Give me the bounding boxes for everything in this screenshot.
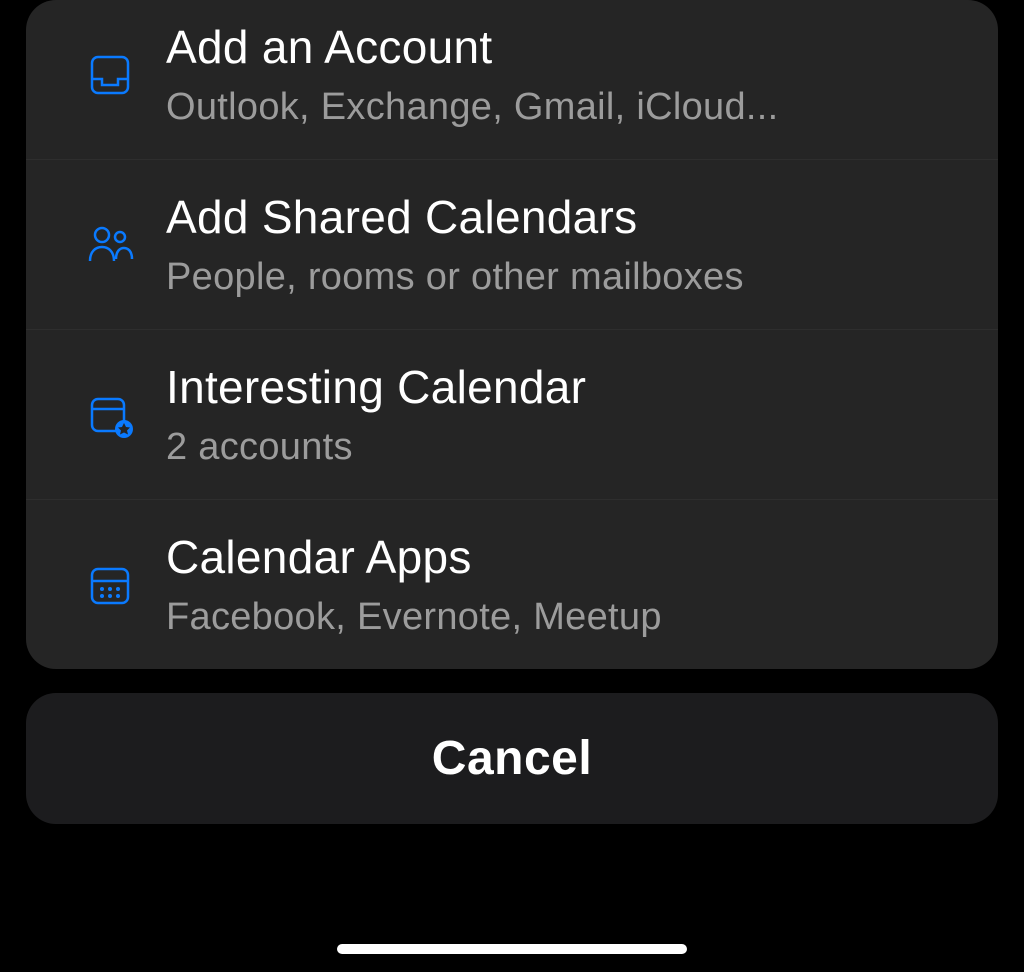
people-icon [86, 215, 166, 275]
menu-item-title: Interesting Calendar [166, 360, 586, 414]
cancel-label: Cancel [26, 731, 998, 786]
menu-item-text: Calendar Apps Facebook, Evernote, Meetup [166, 530, 662, 639]
cancel-button[interactable]: Cancel [26, 693, 998, 824]
menu-item-subtitle: Facebook, Evernote, Meetup [166, 596, 662, 639]
menu-item-title: Add Shared Calendars [166, 190, 744, 244]
menu-item-title: Add an Account [166, 20, 778, 74]
calendar-grid-icon [86, 555, 166, 615]
calendar-star-icon [86, 385, 166, 445]
inbox-icon [86, 45, 166, 105]
menu-item-interesting-calendar[interactable]: Interesting Calendar 2 accounts [26, 330, 998, 500]
menu-item-text: Interesting Calendar 2 accounts [166, 360, 586, 469]
menu-item-text: Add Shared Calendars People, rooms or ot… [166, 190, 744, 299]
action-sheet: Add an Account Outlook, Exchange, Gmail,… [26, 0, 998, 824]
menu-item-text: Add an Account Outlook, Exchange, Gmail,… [166, 20, 778, 129]
menu-item-calendar-apps[interactable]: Calendar Apps Facebook, Evernote, Meetup [26, 500, 998, 669]
menu-item-shared-calendars[interactable]: Add Shared Calendars People, rooms or ot… [26, 160, 998, 330]
home-indicator[interactable] [337, 944, 687, 954]
menu-item-title: Calendar Apps [166, 530, 662, 584]
menu-item-add-account[interactable]: Add an Account Outlook, Exchange, Gmail,… [26, 0, 998, 160]
menu-panel: Add an Account Outlook, Exchange, Gmail,… [26, 0, 998, 669]
menu-item-subtitle: 2 accounts [166, 426, 586, 469]
menu-item-subtitle: People, rooms or other mailboxes [166, 256, 744, 299]
menu-item-subtitle: Outlook, Exchange, Gmail, iCloud... [166, 86, 778, 129]
